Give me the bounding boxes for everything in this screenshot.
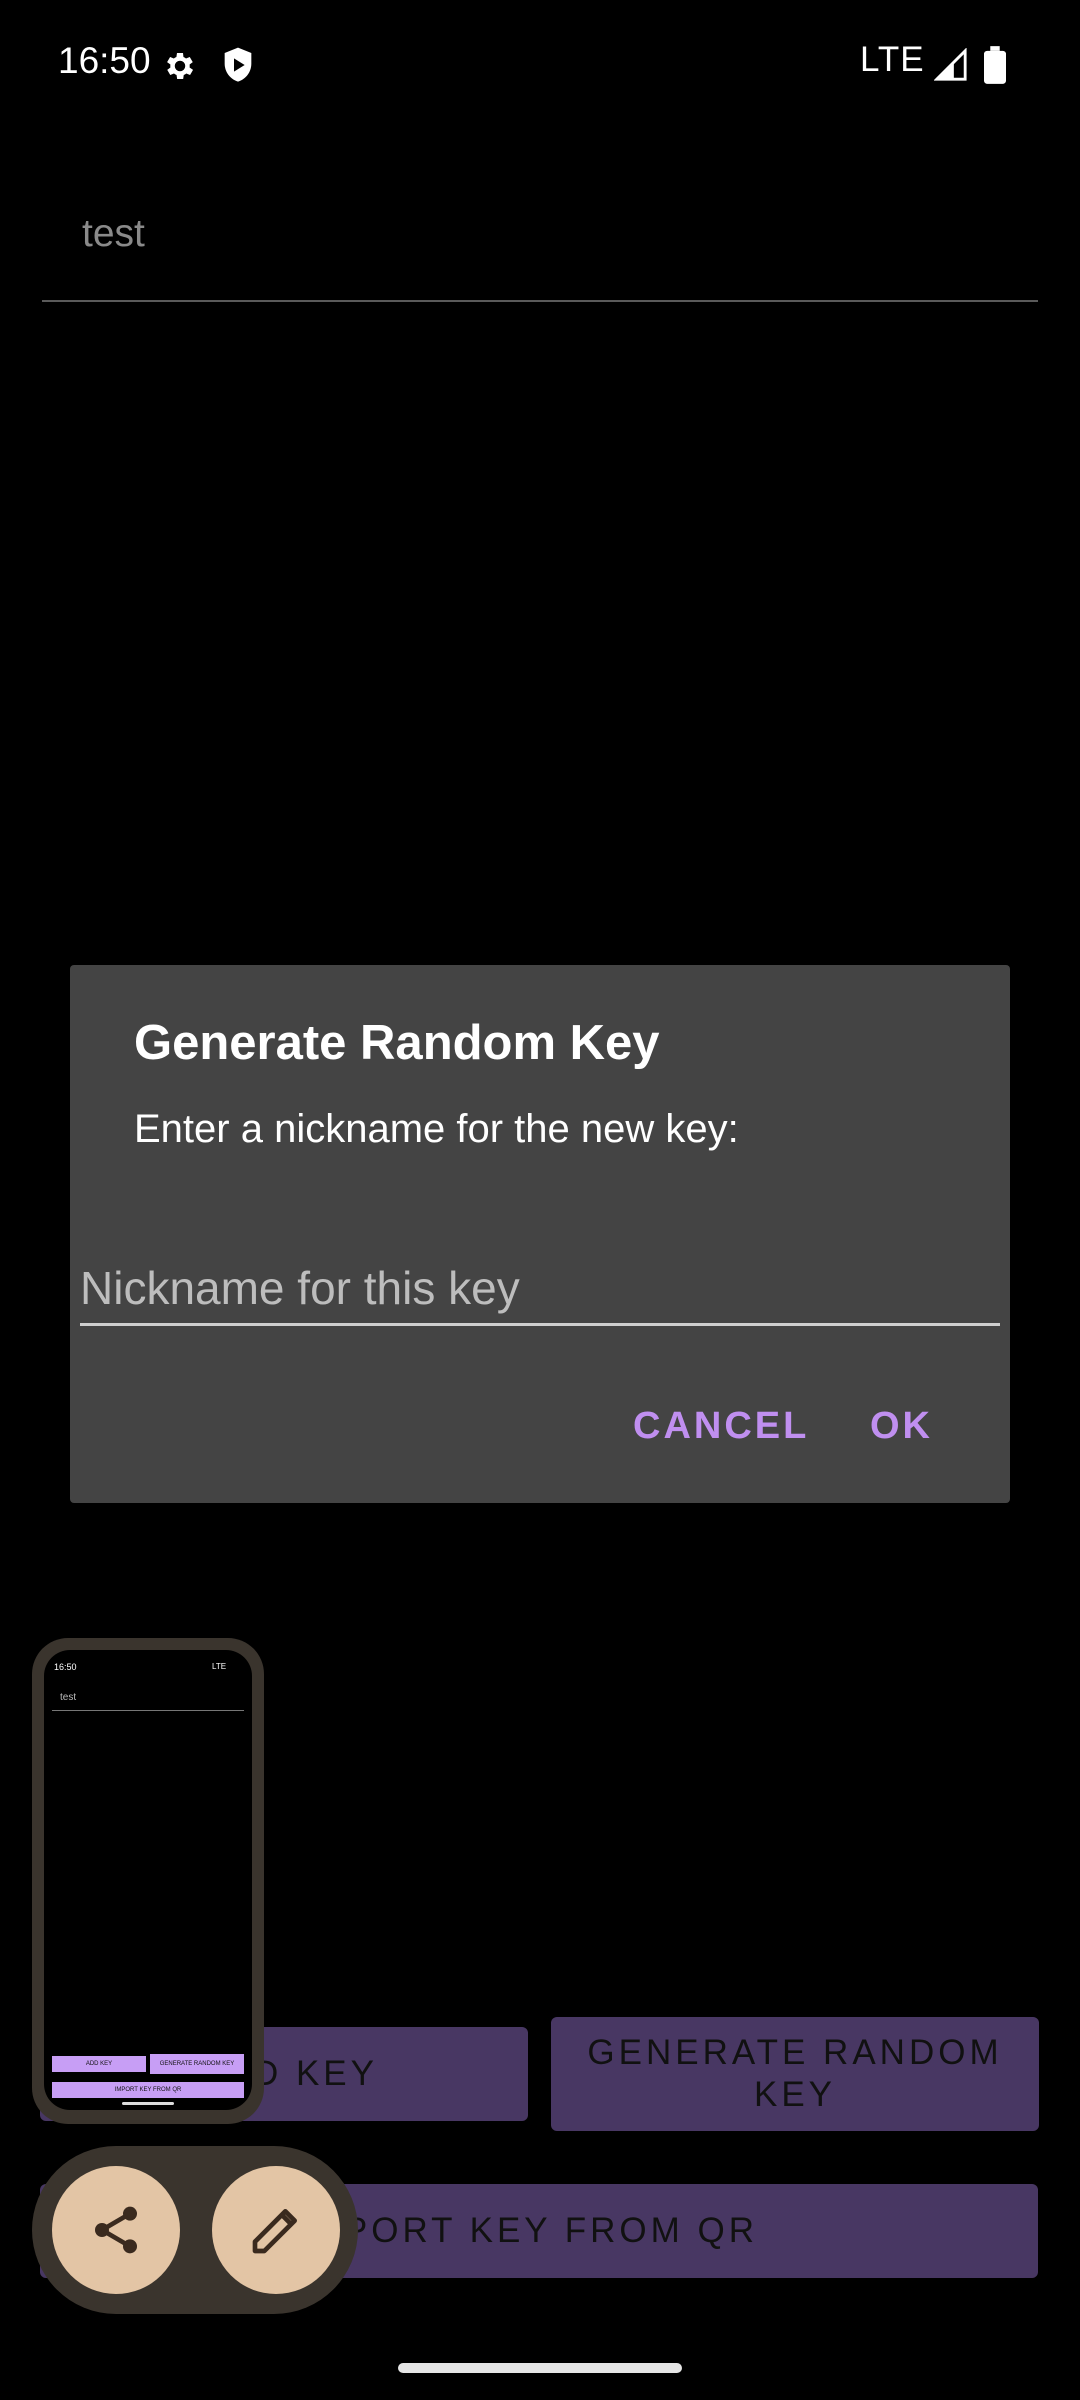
- thumbnail-status: LTE: [212, 1662, 227, 1671]
- ok-button[interactable]: OK: [870, 1405, 933, 1448]
- screenshot-thumbnail[interactable]: 16:50 LTE test ADD KEY GENERATE RANDOM K…: [32, 1638, 264, 2124]
- shield-icon: [224, 47, 252, 82]
- thumbnail-field-line: [52, 1710, 244, 1711]
- share-button[interactable]: [52, 2166, 180, 2294]
- battery-icon: [984, 46, 1006, 84]
- thumbnail-nav-handle: [122, 2102, 174, 2105]
- nickname-input[interactable]: Nickname for this key: [80, 1261, 1000, 1314]
- network-type: LTE: [860, 40, 925, 79]
- thumbnail-time: 16:50: [54, 1662, 77, 1672]
- dialog-title: Generate Random Key: [134, 1016, 660, 1070]
- thumbnail-field-text: test: [60, 1692, 77, 1703]
- edit-button[interactable]: [212, 2166, 340, 2294]
- screenshot-actions: [32, 2146, 358, 2314]
- signal-icon: [934, 48, 967, 81]
- gear-icon: [167, 52, 194, 80]
- field-underline: [42, 300, 1038, 302]
- thumbnail-add-key: ADD KEY: [52, 2056, 146, 2072]
- gesture-nav-handle[interactable]: [398, 2363, 682, 2373]
- nickname-field-background[interactable]: test: [82, 212, 145, 256]
- share-icon: [95, 2206, 137, 2254]
- cancel-button[interactable]: CANCEL: [633, 1405, 809, 1448]
- dialog-message: Enter a nickname for the new key:: [134, 1107, 739, 1151]
- nickname-input-underline: [80, 1323, 1000, 1326]
- generate-random-key-button[interactable]: GENERATE RANDOM KEY: [551, 2017, 1039, 2131]
- generate-key-dialog: Generate Random Key Enter a nickname for…: [70, 965, 1010, 1503]
- status-time: 16:50: [58, 40, 151, 81]
- thumbnail-generate-key: GENERATE RANDOM KEY: [150, 2054, 244, 2074]
- thumbnail-import-key: IMPORT KEY FROM QR: [52, 2082, 244, 2098]
- pencil-icon: [252, 2209, 297, 2254]
- thumbnail-screen: 16:50 LTE test ADD KEY GENERATE RANDOM K…: [44, 1650, 252, 2110]
